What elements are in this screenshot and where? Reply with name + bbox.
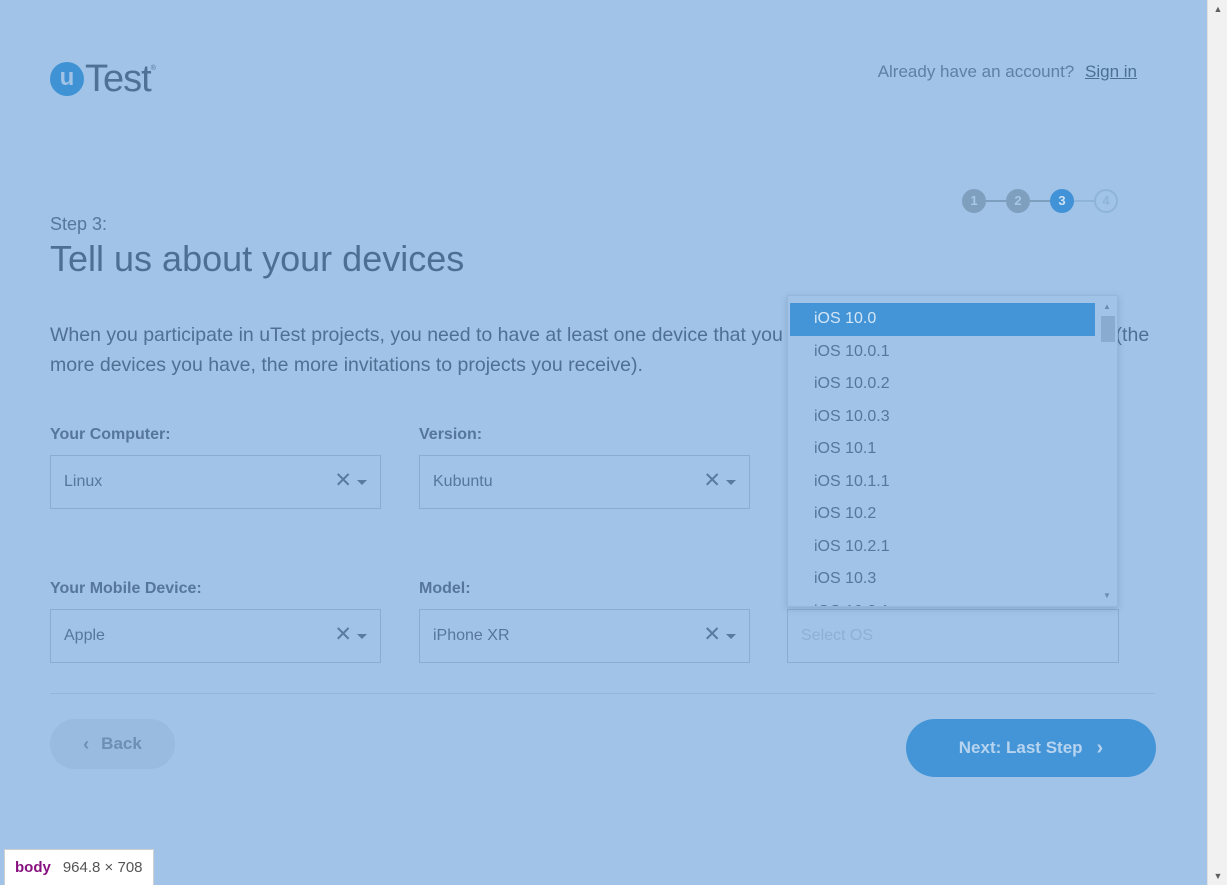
- account-prompt: Already have an account? Sign in: [878, 62, 1137, 82]
- computer-select[interactable]: Linux ✕: [50, 455, 381, 509]
- model-select[interactable]: iPhone XR ✕: [419, 609, 750, 663]
- back-button-label: Back: [101, 734, 142, 753]
- registered-mark: ®: [150, 65, 156, 72]
- chevron-down-icon[interactable]: [357, 480, 367, 485]
- step-connector: [1074, 200, 1094, 202]
- step-3-current: 3: [1050, 189, 1074, 213]
- step-connector: [986, 200, 1006, 202]
- back-button[interactable]: ‹ Back: [50, 719, 175, 769]
- clear-icon[interactable]: ✕: [703, 622, 721, 647]
- version-label: Version:: [419, 426, 483, 443]
- os-option[interactable]: iOS 10.2: [790, 498, 1095, 531]
- os-option[interactable]: iOS 10.0: [790, 303, 1095, 336]
- step-4: 4: [1094, 189, 1118, 213]
- scroll-down-icon[interactable]: ▼: [1097, 591, 1117, 600]
- mobile-device-label: Your Mobile Device:: [50, 580, 202, 597]
- logo-word: Test: [85, 57, 152, 100]
- step-connector: [1030, 200, 1050, 202]
- model-value: iPhone XR: [433, 627, 510, 644]
- page-scrollbar[interactable]: ▲ ▼: [1207, 0, 1227, 885]
- devtools-element-tooltip: body 964.8 × 708: [4, 849, 154, 885]
- os-option[interactable]: iOS 10.3.1: [790, 596, 1095, 607]
- computer-label: Your Computer:: [50, 426, 171, 443]
- os-option[interactable]: iOS 10.2.1: [790, 531, 1095, 564]
- model-label: Model:: [419, 580, 471, 597]
- mobile-os-select[interactable]: Select OS: [787, 609, 1119, 663]
- mobile-device-value: Apple: [64, 627, 105, 644]
- clear-icon[interactable]: ✕: [703, 468, 721, 493]
- os-option[interactable]: iOS 10.0.1: [790, 336, 1095, 369]
- utest-logo[interactable]: u Test ®: [50, 57, 156, 100]
- version-value: Kubuntu: [433, 473, 493, 490]
- dropdown-scrollbar[interactable]: ▲ ▼: [1097, 296, 1117, 606]
- step-1: 1: [962, 189, 986, 213]
- scroll-down-icon[interactable]: ▼: [1208, 871, 1227, 881]
- step-indicator: 1 2 3 4: [962, 189, 1118, 213]
- scroll-up-icon[interactable]: ▲: [1208, 4, 1227, 14]
- os-option[interactable]: iOS 10.1: [790, 433, 1095, 466]
- chevron-down-icon[interactable]: [726, 480, 736, 485]
- divider: [50, 693, 1155, 694]
- mobile-os-placeholder: Select OS: [801, 627, 874, 644]
- scrollbar-thumb[interactable]: [1101, 316, 1115, 342]
- os-option[interactable]: iOS 10.0.2: [790, 368, 1095, 401]
- clear-icon[interactable]: ✕: [334, 622, 352, 647]
- signup-page: u Test ® Already have an account? Sign i…: [0, 0, 1207, 885]
- next-button[interactable]: Next: Last Step ›: [906, 719, 1156, 777]
- logo-mark: u: [50, 62, 84, 96]
- chevron-left-icon: ‹: [83, 733, 90, 754]
- page-title: Tell us about your devices: [50, 238, 465, 279]
- chevron-down-icon[interactable]: [726, 634, 736, 639]
- os-option[interactable]: iOS 10.1.1: [790, 466, 1095, 499]
- os-option[interactable]: iOS 10.3: [790, 563, 1095, 596]
- chevron-right-icon: ›: [1096, 736, 1104, 759]
- next-button-label: Next: Last Step: [958, 738, 1083, 757]
- computer-value: Linux: [64, 473, 103, 490]
- mobile-device-select[interactable]: Apple ✕: [50, 609, 381, 663]
- sign-in-link[interactable]: Sign in: [1085, 62, 1137, 81]
- clear-icon[interactable]: ✕: [334, 468, 352, 493]
- account-prompt-text: Already have an account?: [877, 62, 1075, 81]
- os-option[interactable]: iOS 10.0.3: [790, 401, 1095, 434]
- version-select[interactable]: Kubuntu ✕: [419, 455, 750, 509]
- chevron-down-icon[interactable]: [357, 634, 367, 639]
- element-tag: body: [15, 859, 51, 876]
- element-dimensions: 964.8 × 708: [62, 859, 143, 876]
- step-2: 2: [1006, 189, 1030, 213]
- step-label: Step 3:: [50, 214, 108, 234]
- os-dropdown-list[interactable]: iOS 10.0 iOS 10.0.1 iOS 10.0.2 iOS 10.0.…: [787, 295, 1118, 607]
- scroll-up-icon[interactable]: ▲: [1097, 302, 1117, 311]
